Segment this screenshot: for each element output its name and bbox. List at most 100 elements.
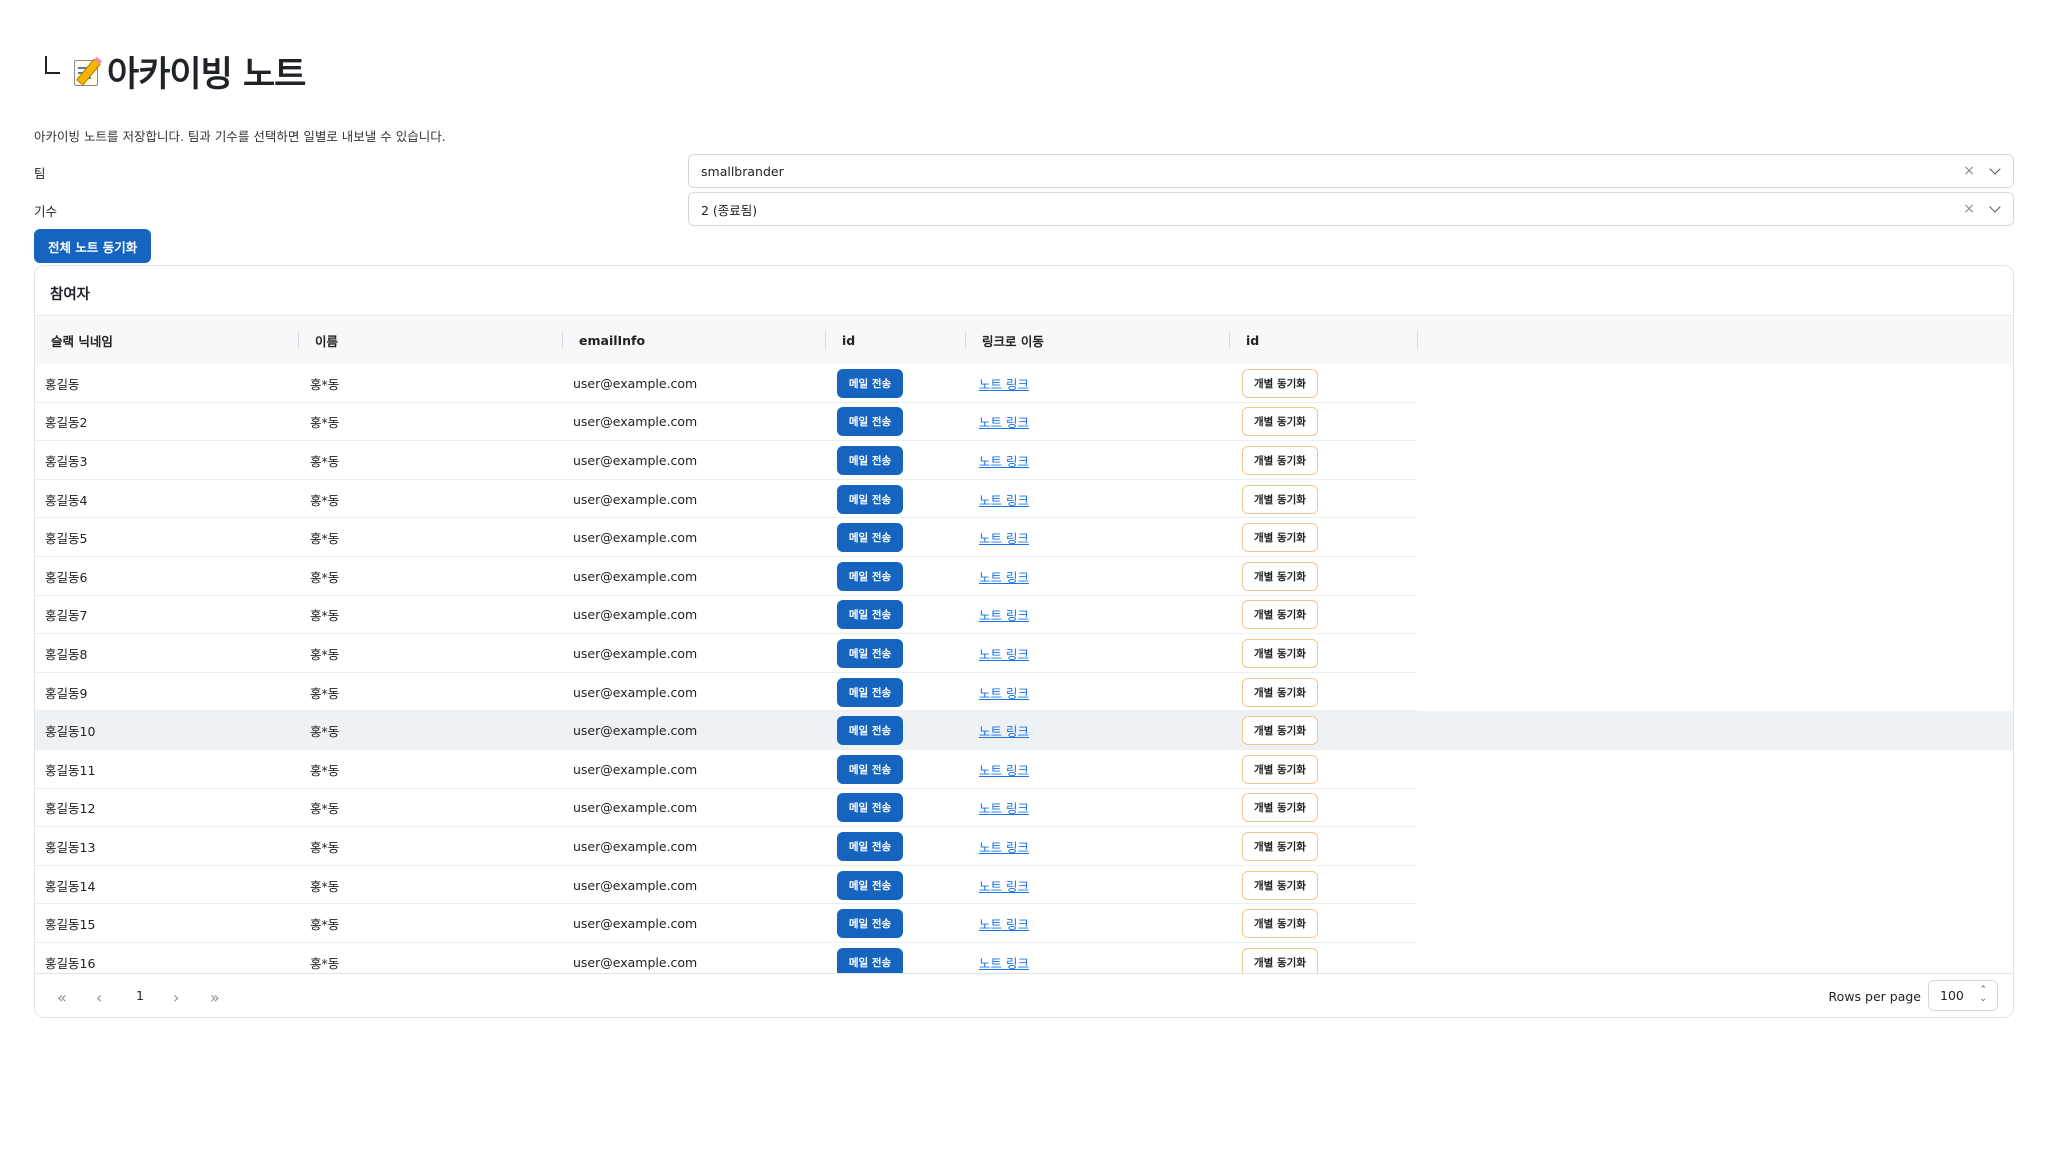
column-header-email[interactable]: emailInfo bbox=[579, 316, 645, 364]
send-mail-button[interactable]: 메일 전송 bbox=[837, 870, 903, 900]
send-mail-button[interactable]: 메일 전송 bbox=[837, 445, 903, 475]
column-divider[interactable] bbox=[965, 331, 966, 349]
send-mail-button[interactable]: 메일 전송 bbox=[837, 793, 903, 823]
individual-sync-button[interactable]: 개별 동기화 bbox=[1242, 523, 1318, 553]
table-row[interactable]: 홍길동2 홍*동 user@example.com 메일 전송 노트 링크 개별 동기화 bbox=[35, 403, 2013, 442]
send-mail-button[interactable]: 메일 전송 bbox=[837, 368, 903, 398]
table-row[interactable]: 홍길동7 홍*동 user@example.com 메일 전송 노트 링크 개별 동기화 bbox=[35, 596, 2013, 635]
individual-sync-button[interactable]: 개별 동기화 bbox=[1242, 677, 1318, 707]
column-header-slack-nickname[interactable]: 슬랙 닉네임 bbox=[51, 316, 113, 364]
rows-per-page-select[interactable]: 100 ⌃ ⌄ bbox=[1928, 980, 1998, 1011]
chevron-down-icon[interactable] bbox=[1989, 201, 2001, 213]
column-header-name[interactable]: 이름 bbox=[315, 316, 338, 364]
table-row[interactable]: 홍길동6 홍*동 user@example.com 메일 전송 노트 링크 개별 동기화 bbox=[35, 557, 2013, 596]
note-link[interactable]: 노트 링크 bbox=[979, 683, 1029, 702]
note-link[interactable]: 노트 링크 bbox=[979, 837, 1029, 856]
individual-sync-button[interactable]: 개별 동기화 bbox=[1242, 484, 1318, 514]
individual-sync-button[interactable]: 개별 동기화 bbox=[1242, 909, 1318, 939]
send-mail-button[interactable]: 메일 전송 bbox=[837, 754, 903, 784]
send-mail-button[interactable]: 메일 전송 bbox=[837, 831, 903, 861]
note-link[interactable]: 노트 링크 bbox=[979, 798, 1029, 817]
cell-email: user@example.com bbox=[573, 607, 698, 623]
cell-name: 홍*동 bbox=[310, 839, 340, 855]
send-mail-button[interactable]: 메일 전송 bbox=[837, 561, 903, 591]
send-mail-button[interactable]: 메일 전송 bbox=[837, 909, 903, 939]
sync-all-notes-button[interactable]: 전체 노트 동기화 bbox=[34, 229, 152, 263]
current-page[interactable]: 1 bbox=[136, 988, 144, 1003]
note-link[interactable]: 노트 링크 bbox=[979, 644, 1029, 663]
cohort-select[interactable]: 2 (종료됨) × bbox=[688, 192, 2014, 226]
note-link[interactable]: 노트 링크 bbox=[979, 760, 1029, 779]
individual-sync-button[interactable]: 개별 동기화 bbox=[1242, 600, 1318, 630]
individual-sync-button[interactable]: 개별 동기화 bbox=[1242, 716, 1318, 746]
column-divider[interactable] bbox=[1417, 331, 1418, 349]
table-row[interactable]: 홍길동3 홍*동 user@example.com 메일 전송 노트 링크 개별 동기화 bbox=[35, 441, 2013, 480]
cell-email: user@example.com bbox=[573, 568, 698, 584]
cell-slack-nickname: 홍길동6 bbox=[45, 569, 88, 585]
table-row[interactable]: 홍길동4 홍*동 user@example.com 메일 전송 노트 링크 개별 동기화 bbox=[35, 480, 2013, 519]
individual-sync-button[interactable]: 개별 동기화 bbox=[1242, 368, 1318, 398]
send-mail-button[interactable]: 메일 전송 bbox=[837, 407, 903, 437]
individual-sync-button[interactable]: 개별 동기화 bbox=[1242, 754, 1318, 784]
table-row[interactable]: 홍길동10 홍*동 user@example.com 메일 전송 노트 링크 개별 동기화 bbox=[35, 711, 2013, 750]
table-row[interactable]: 홍길동5 홍*동 user@example.com 메일 전송 노트 링크 개별 동기화 bbox=[35, 518, 2013, 557]
table-row[interactable]: 홍길동 홍*동 user@example.com 메일 전송 노트 링크 개별 동기화 bbox=[35, 364, 2013, 403]
send-mail-button[interactable]: 메일 전송 bbox=[837, 677, 903, 707]
note-link[interactable]: 노트 링크 bbox=[979, 528, 1029, 547]
cell-name: 홍*동 bbox=[310, 801, 340, 817]
cell-slack-nickname: 홍길동15 bbox=[45, 917, 96, 933]
individual-sync-button[interactable]: 개별 동기화 bbox=[1242, 870, 1318, 900]
cell-email: user@example.com bbox=[573, 452, 698, 468]
table-row[interactable]: 홍길동12 홍*동 user@example.com 메일 전송 노트 링크 개별 동기화 bbox=[35, 789, 2013, 828]
first-page-icon[interactable]: « bbox=[57, 988, 67, 1007]
next-page-icon[interactable]: › bbox=[173, 988, 179, 1007]
send-mail-button[interactable]: 메일 전송 bbox=[837, 484, 903, 514]
column-divider[interactable] bbox=[562, 331, 563, 349]
table-body: 홍길동 홍*동 user@example.com 메일 전송 노트 링크 개별 동기화 홍길… bbox=[35, 364, 2013, 984]
individual-sync-button[interactable]: 개별 동기화 bbox=[1242, 638, 1318, 668]
note-link[interactable]: 노트 링크 bbox=[979, 412, 1029, 431]
send-mail-button[interactable]: 메일 전송 bbox=[837, 716, 903, 746]
team-select[interactable]: smallbrander × bbox=[688, 154, 2014, 188]
column-header-id-2[interactable]: id bbox=[1246, 316, 1259, 364]
cell-name: 홍*동 bbox=[310, 376, 340, 392]
previous-page-icon[interactable]: ‹ bbox=[96, 988, 102, 1007]
column-divider[interactable] bbox=[298, 331, 299, 349]
cell-name: 홍*동 bbox=[310, 762, 340, 778]
note-link[interactable]: 노트 링크 bbox=[979, 953, 1029, 972]
note-link[interactable]: 노트 링크 bbox=[979, 914, 1029, 933]
table-row[interactable]: 홍길동8 홍*동 user@example.com 메일 전송 노트 링크 개별 동기화 bbox=[35, 634, 2013, 673]
column-divider[interactable] bbox=[825, 331, 826, 349]
clear-icon[interactable]: × bbox=[1963, 201, 1975, 217]
table-row[interactable]: 홍길동14 홍*동 user@example.com 메일 전송 노트 링크 개별 동기화 bbox=[35, 866, 2013, 905]
individual-sync-button[interactable]: 개별 동기화 bbox=[1242, 445, 1318, 475]
individual-sync-button[interactable]: 개별 동기화 bbox=[1242, 831, 1318, 861]
table-row[interactable]: 홍길동9 홍*동 user@example.com 메일 전송 노트 링크 개별 동기화 bbox=[35, 673, 2013, 712]
cell-email: user@example.com bbox=[573, 800, 698, 816]
column-divider[interactable] bbox=[1229, 331, 1230, 349]
column-header-link[interactable]: 링크로 이동 bbox=[982, 316, 1044, 364]
table-row[interactable]: 홍길동15 홍*동 user@example.com 메일 전송 노트 링크 개별 동기화 bbox=[35, 904, 2013, 943]
individual-sync-button[interactable]: 개별 동기화 bbox=[1242, 793, 1318, 823]
table-row[interactable]: 홍길동13 홍*동 user@example.com 메일 전송 노트 링크 개별 동기화 bbox=[35, 827, 2013, 866]
note-link[interactable]: 노트 링크 bbox=[979, 605, 1029, 624]
last-page-icon[interactable]: » bbox=[210, 988, 220, 1007]
send-mail-button[interactable]: 메일 전송 bbox=[837, 638, 903, 668]
send-mail-button[interactable]: 메일 전송 bbox=[837, 600, 903, 630]
send-mail-button[interactable]: 메일 전송 bbox=[837, 523, 903, 553]
table-row[interactable]: 홍길동11 홍*동 user@example.com 메일 전송 노트 링크 개별 동기화 bbox=[35, 750, 2013, 789]
note-link[interactable]: 노트 링크 bbox=[979, 451, 1029, 470]
note-link[interactable]: 노트 링크 bbox=[979, 567, 1029, 586]
chevron-down-icon[interactable] bbox=[1989, 163, 2001, 175]
note-link[interactable]: 노트 링크 bbox=[979, 721, 1029, 740]
rows-per-page-label: Rows per page bbox=[1828, 989, 1921, 1004]
note-link[interactable]: 노트 링크 bbox=[979, 876, 1029, 895]
clear-icon[interactable]: × bbox=[1963, 163, 1975, 179]
individual-sync-button[interactable]: 개별 동기화 bbox=[1242, 561, 1318, 591]
page-description: 아카이빙 노트를 저장합니다. 팀과 기수를 선택하면 일별로 내보낼 수 있습… bbox=[34, 129, 446, 144]
column-header-id[interactable]: id bbox=[842, 316, 855, 364]
note-link[interactable]: 노트 링크 bbox=[979, 374, 1029, 393]
note-link[interactable]: 노트 링크 bbox=[979, 490, 1029, 509]
corner-mark-icon bbox=[45, 56, 60, 74]
individual-sync-button[interactable]: 개별 동기화 bbox=[1242, 407, 1318, 437]
